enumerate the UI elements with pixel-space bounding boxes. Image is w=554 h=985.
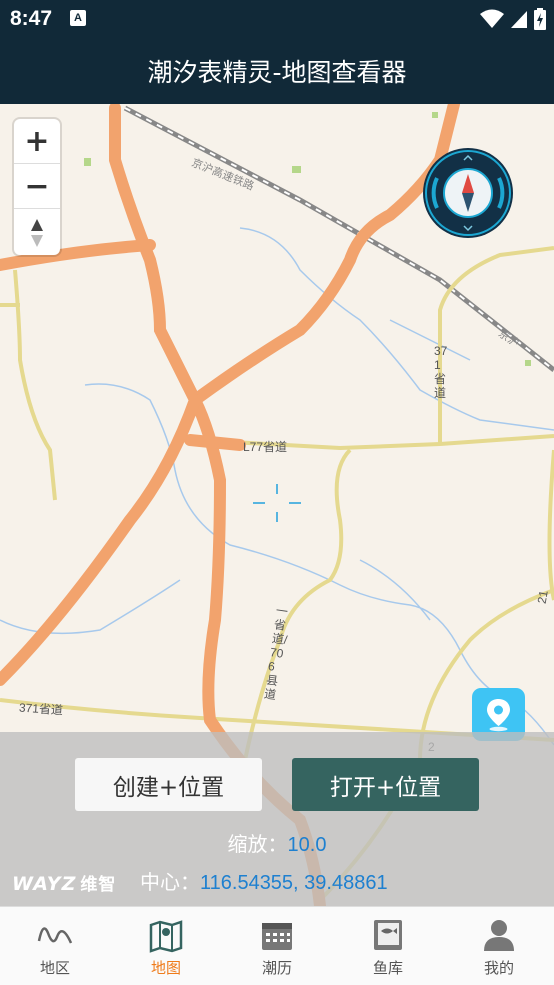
- center-readout: 中心：116.54355, 39.48861: [140, 866, 388, 895]
- open-location-button[interactable]: 打开+位置: [292, 758, 479, 811]
- zoom-value: 10.0: [287, 834, 327, 856]
- zoom-label: 缩放：: [227, 832, 288, 856]
- app-bar: 潮汐表精灵-地图查看器: [0, 38, 554, 104]
- center-label: 中心：: [140, 870, 200, 894]
- tab-label-region: 地区: [39, 959, 70, 977]
- notification-icon: A: [70, 10, 86, 26]
- wifi-icon: [480, 9, 504, 28]
- reset-north-button[interactable]: [14, 211, 60, 255]
- tab-label-profile: 我的: [483, 959, 514, 977]
- page-title: 潮汐表精灵-地图查看器: [147, 58, 407, 87]
- compass-button[interactable]: [423, 148, 513, 238]
- north-arrow-icon: [31, 219, 43, 247]
- tab-fish-library[interactable]: 鱼库: [333, 907, 443, 985]
- status-time: 8:47: [10, 7, 53, 30]
- map-label-371-vertical: 371省道: [434, 344, 448, 400]
- tab-region[interactable]: 地区: [0, 907, 110, 985]
- wayz-logo-text: WAYZ: [12, 873, 77, 895]
- map-label-371: 371省道: [18, 700, 64, 718]
- battery-icon: [534, 8, 546, 30]
- bottom-tab-bar: 地区 地图 潮历 鱼库 我的: [0, 906, 554, 985]
- calendar-icon: [262, 923, 292, 950]
- tab-profile[interactable]: 我的: [444, 907, 554, 985]
- user-icon: [484, 920, 514, 951]
- compass-icon: [425, 150, 511, 236]
- map-icon: [149, 920, 183, 953]
- zoom-readout: 缩放：10.0: [0, 828, 554, 857]
- fish-book-icon: [374, 920, 402, 950]
- tab-tide-calendar[interactable]: 潮历: [222, 907, 332, 985]
- create-location-button[interactable]: 创建+位置: [75, 758, 262, 811]
- zoom-control: + −: [14, 119, 60, 255]
- tab-map[interactable]: 地图: [111, 907, 221, 985]
- zoom-out-button[interactable]: −: [14, 164, 60, 209]
- wayz-logo: WAYZ 维智: [12, 870, 116, 895]
- signal-icon: [511, 11, 527, 28]
- map-label-right-21: 21: [534, 589, 551, 605]
- center-value: 116.54355, 39.48861: [200, 872, 388, 894]
- wave-icon: [37, 927, 73, 944]
- zoom-in-button[interactable]: +: [14, 119, 60, 164]
- wayz-logo-cn: 维智: [80, 875, 117, 895]
- tab-label-fish-library: 鱼库: [372, 959, 403, 977]
- map-label-l77: L77省道: [243, 440, 288, 454]
- status-bar: 8:47 A: [0, 0, 554, 38]
- tab-label-map: 地图: [150, 959, 181, 977]
- tab-label-tide-calendar: 潮历: [261, 959, 292, 977]
- status-icons: [480, 8, 546, 30]
